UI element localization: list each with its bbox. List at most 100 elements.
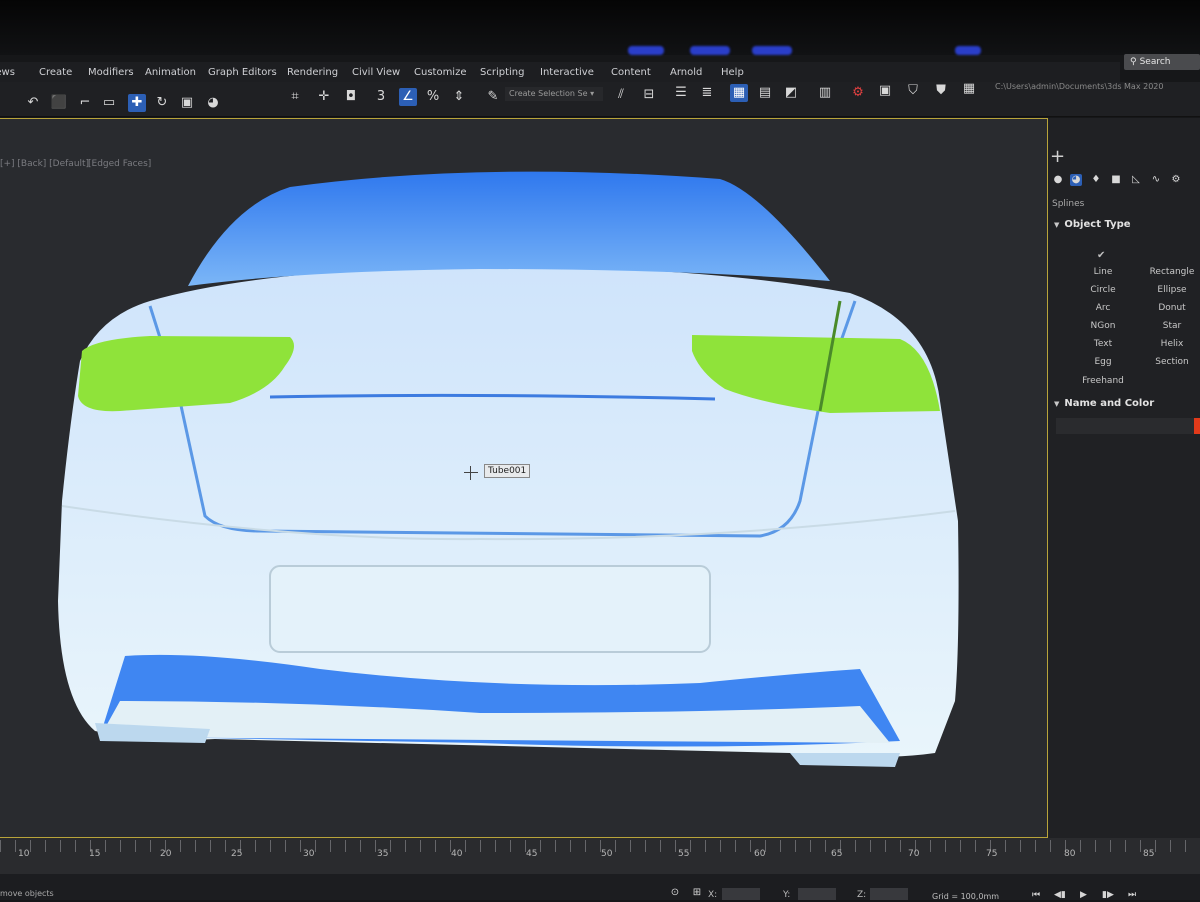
systems-icon[interactable]: ⚙ <box>1170 174 1182 186</box>
bezel-glow <box>752 46 792 55</box>
rectangle-button[interactable]: Rectangle <box>1141 267 1200 277</box>
menu-graph-editors[interactable]: Graph Editors <box>208 67 277 78</box>
menu-views[interactable]: Views <box>0 67 15 78</box>
object-type-title: Object Type <box>1064 219 1131 230</box>
object-name-field[interactable] <box>1056 418 1194 434</box>
star-button[interactable]: Star <box>1141 321 1200 331</box>
text-button[interactable]: Text <box>1072 339 1134 349</box>
lock-selection-icon[interactable]: ⊙ <box>666 884 684 902</box>
spinner-snap-icon[interactable]: ⇕ <box>450 88 468 106</box>
schematic-icon[interactable]: ◩ <box>782 84 800 102</box>
menu-animation[interactable]: Animation <box>145 67 196 78</box>
prev-frame-icon[interactable]: ◀▮ <box>1054 890 1066 900</box>
car-rear-model[interactable] <box>0 119 1048 839</box>
percent-snap-icon[interactable]: % <box>424 88 442 106</box>
render-setup-icon[interactable]: ⚙ <box>849 84 867 102</box>
z-coordinate-field[interactable] <box>870 888 908 900</box>
arc-button[interactable]: Arc <box>1072 303 1134 313</box>
menu-customize[interactable]: Customize <box>414 67 467 78</box>
menu-help[interactable]: Help <box>721 67 744 78</box>
viewport-back[interactable]: [+] [Back] [Default] [Edged Faces] <box>0 118 1048 838</box>
tick-label: 60 <box>754 849 766 859</box>
donut-button[interactable]: Donut <box>1141 303 1200 313</box>
layer-explorer-icon[interactable]: ≣ <box>698 84 716 102</box>
move-icon[interactable]: ✚ <box>128 94 146 112</box>
snap-move-icon[interactable]: ✛ <box>315 88 333 106</box>
undo-icon[interactable]: ↶ <box>24 94 42 112</box>
category-dropdown[interactable]: Splines <box>1052 199 1084 209</box>
render-iterative-icon[interactable]: ⛊ <box>932 82 950 100</box>
menu-content[interactable]: Content <box>611 67 651 78</box>
menu-interactive[interactable]: Interactive <box>540 67 594 78</box>
tick-label: 15 <box>89 849 101 859</box>
redo-icon[interactable]: ⬛ <box>50 94 68 112</box>
space-warps-icon[interactable]: ∿ <box>1150 174 1162 186</box>
cameras-icon[interactable]: ■ <box>1110 174 1122 186</box>
move-cursor-icon <box>464 466 478 480</box>
angle-snap-icon[interactable]: ∠ <box>399 88 417 106</box>
ngon-button[interactable]: NGon <box>1072 321 1134 331</box>
link-icon[interactable]: ⌐ <box>76 94 94 112</box>
menu-create[interactable]: Create <box>39 67 72 78</box>
autogrid-checkbox[interactable]: ✔ <box>1097 250 1105 261</box>
tick-label: 40 <box>451 849 463 859</box>
curve-editor-icon[interactable]: ▤ <box>756 84 774 102</box>
ellipse-button[interactable]: Ellipse <box>1141 285 1200 295</box>
select-icon[interactable]: ▭ <box>100 94 118 112</box>
create-tab-icon[interactable]: + <box>1050 146 1065 167</box>
edit-named-sets-icon[interactable]: ✎ <box>484 88 502 106</box>
shapes-icon[interactable]: ◕ <box>1070 174 1082 186</box>
tick-label: 35 <box>377 849 389 859</box>
next-frame-icon[interactable]: ▮▶ <box>1102 890 1114 900</box>
render-icon[interactable]: ⛉ <box>904 82 922 100</box>
geometry-icon[interactable]: ● <box>1052 174 1064 186</box>
x-coordinate-field[interactable] <box>722 888 760 900</box>
object-color-swatch[interactable] <box>1194 418 1200 434</box>
object-type-rollout[interactable]: ▼ Object Type <box>1054 219 1131 230</box>
ribbon-icon[interactable]: ▦ <box>730 84 748 102</box>
menu-scripting[interactable]: Scripting <box>480 67 524 78</box>
menu-modifiers[interactable]: Modifiers <box>88 67 134 78</box>
play-icon[interactable]: ▶ <box>1080 890 1087 900</box>
selection-set-dropdown[interactable]: Create Selection Se ▾ <box>505 87 603 101</box>
snap-3d-icon[interactable]: 3 <box>372 88 390 106</box>
freehand-button[interactable]: Freehand <box>1072 376 1134 386</box>
lights-icon[interactable]: ♦ <box>1090 174 1102 186</box>
menu-rendering[interactable]: Rendering <box>287 67 338 78</box>
helix-button[interactable]: Helix <box>1141 339 1200 349</box>
pivot-icon[interactable]: ⌗ <box>286 88 304 106</box>
arnold-icon[interactable]: ▦ <box>960 80 978 98</box>
helpers-icon[interactable]: ◺ <box>1130 174 1142 186</box>
circle-button[interactable]: Circle <box>1072 285 1134 295</box>
tick-label: 45 <box>526 849 538 859</box>
scene-explorer-icon[interactable]: ☰ <box>672 84 690 102</box>
go-to-start-icon[interactable]: ⏮ <box>1032 890 1040 900</box>
scale-icon[interactable]: ▣ <box>178 94 196 112</box>
object-tooltip: Tube001 <box>484 464 531 478</box>
absolute-mode-icon[interactable]: ⊞ <box>688 884 706 902</box>
material-editor-icon[interactable]: ▥ <box>816 84 834 102</box>
rotate-icon[interactable]: ↻ <box>153 94 171 112</box>
snap-place-icon[interactable]: ◘ <box>342 88 360 106</box>
tick-label: 80 <box>1064 849 1076 859</box>
search-icon: ⚲ <box>1130 57 1137 67</box>
tick-label: 70 <box>908 849 920 859</box>
mirror-icon[interactable]: ⫽ <box>612 86 630 104</box>
menu-arnold[interactable]: Arnold <box>670 67 702 78</box>
frame-window-icon[interactable]: ▣ <box>876 82 894 100</box>
line-button[interactable]: Line <box>1072 267 1134 277</box>
search-input[interactable]: ⚲ Search <box>1124 54 1200 70</box>
name-color-rollout[interactable]: ▼ Name and Color <box>1054 398 1154 409</box>
timeline-ticks <box>0 840 1200 852</box>
search-placeholder: Search <box>1139 57 1171 67</box>
egg-button[interactable]: Egg <box>1072 357 1134 367</box>
section-button[interactable]: Section <box>1141 357 1200 367</box>
align-icon[interactable]: ⊟ <box>640 86 658 104</box>
tick-label: 55 <box>678 849 690 859</box>
place-icon[interactable]: ◕ <box>204 94 222 112</box>
exhaust-right <box>790 753 900 767</box>
go-to-end-icon[interactable]: ⏭ <box>1128 890 1136 900</box>
collapse-icon: ▼ <box>1054 221 1060 229</box>
y-coordinate-field[interactable] <box>798 888 836 900</box>
menu-civil-view[interactable]: Civil View <box>352 67 400 78</box>
